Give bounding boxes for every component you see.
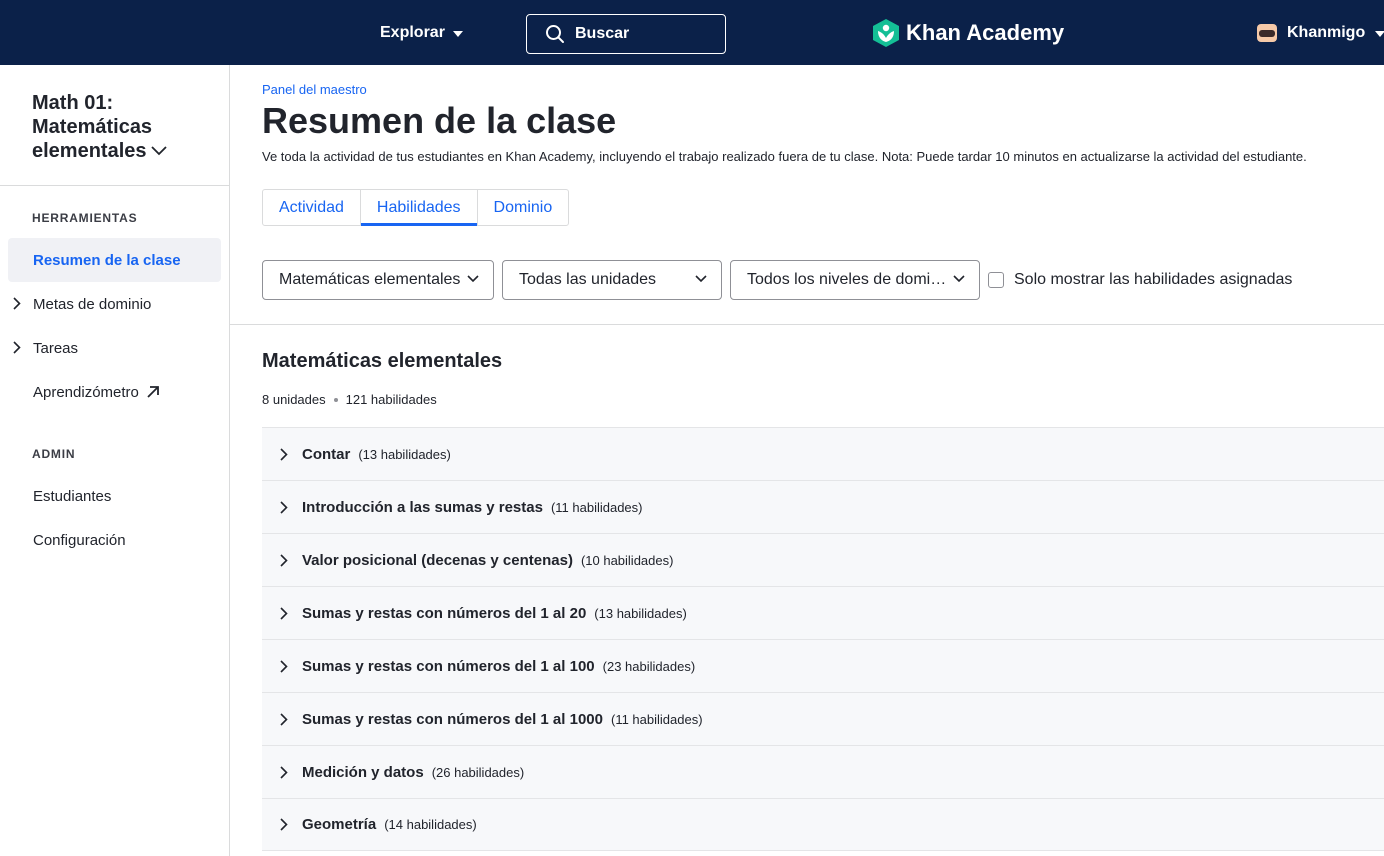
assigned-only-label[interactable]: Solo mostrar las habilidades asignadas (1014, 271, 1292, 289)
unit-name: Medición y datos (302, 763, 424, 781)
unit-name: Geometría (302, 816, 377, 833)
external-link-icon (147, 386, 159, 398)
chevron-right-icon (280, 500, 288, 514)
unit-skill-count: (11 habilidades) (550, 499, 643, 515)
sidebar-item-assignments[interactable]: Tareas (8, 326, 221, 370)
main-content: Panel del maestro Resumen de la clase Ve… (230, 65, 1384, 856)
unit-skill-count: (11 habilidades) (610, 711, 703, 727)
unit-name: Contar (302, 445, 351, 463)
unit-name: Valor posicional (decenas y centenas) (302, 551, 573, 569)
units-dropdown[interactable]: Todas las unidades (502, 260, 722, 300)
tab-mastery[interactable]: Dominio (478, 190, 569, 225)
sidebar-item-label: Estudiantes (33, 487, 112, 505)
search-icon (546, 25, 564, 43)
skills-count: 121 habilidades (345, 392, 437, 407)
sidebar-item-students[interactable]: Estudiantes (8, 474, 221, 518)
admin-heading: ADMIN (32, 447, 76, 461)
class-selector[interactable]: Math 01: Matemáticas elementales (32, 91, 167, 163)
chevron-right-icon (280, 553, 288, 567)
sidebar-item-label: Aprendizómetro (33, 383, 139, 401)
khan-academy-logo[interactable]: Khan Academy (872, 18, 1064, 48)
explore-label: Explorar (380, 24, 445, 41)
sidebar-item-settings[interactable]: Configuración (8, 518, 221, 562)
course-dropdown[interactable]: Matemáticas elementales (262, 260, 494, 300)
page-description: Ve toda la actividad de tus estudiantes … (262, 149, 1307, 164)
search-label: Buscar (575, 25, 630, 42)
filters-divider (230, 324, 1384, 325)
unit-skill-count: (10 habilidades) (580, 552, 674, 568)
unit-row[interactable]: Introducción a las sumas y restas (11 ha… (262, 480, 1384, 533)
separator-dot (333, 397, 338, 402)
sidebar-item-mastery-goals[interactable]: Metas de dominio (8, 282, 221, 326)
assigned-only-checkbox[interactable] (988, 272, 1004, 288)
khanmigo-label: Khanmigo (1287, 24, 1366, 41)
unit-row[interactable]: Geometría (14 habilidades) (262, 798, 1384, 851)
top-navigation-bar: Explorar Buscar Khan Academy Khanmigo (0, 0, 1384, 65)
sidebar-divider (0, 185, 229, 186)
breadcrumb[interactable]: Panel del maestro (262, 82, 367, 97)
class-title-line: Math 01: (32, 92, 114, 114)
chevron-down-icon (467, 275, 479, 283)
unit-name: Sumas y restas con números del 1 al 1000 (302, 710, 603, 728)
unit-row[interactable]: Sumas y restas con números del 1 al 20 (… (262, 586, 1384, 639)
unit-row[interactable]: Medición y datos (26 habilidades) (262, 745, 1384, 798)
class-title-line: Matemáticas (32, 116, 153, 138)
course-section-meta: 8 unidades 121 habilidades (262, 392, 437, 407)
khanmigo-button[interactable]: Khanmigo (1257, 24, 1384, 42)
unit-row[interactable]: Sumas y restas con números del 1 al 100 … (262, 639, 1384, 692)
sidebar-item-label: Tareas (33, 339, 79, 357)
chevron-right-icon (280, 818, 288, 831)
units-dropdown-value: Todas las unidades (519, 271, 656, 288)
sidebar: Math 01: Matemáticas elementales HERRAMI… (0, 65, 230, 856)
tab-activity[interactable]: Actividad (263, 190, 361, 225)
mastery-level-dropdown[interactable]: Todos los niveles de domi… (730, 260, 980, 300)
sidebar-item-label: Configuración (33, 531, 126, 549)
unit-row[interactable]: Sumas y restas con números del 1 al 1000… (262, 692, 1384, 745)
unit-name: Sumas y restas con números del 1 al 20 (302, 604, 587, 622)
unit-row[interactable]: Contar (13 habilidades) (262, 427, 1384, 480)
unit-row[interactable]: Valor posicional (decenas y centenas) (1… (262, 533, 1384, 586)
chevron-right-icon (280, 659, 288, 673)
assigned-only-filter: Solo mostrar las habilidades asignadas (988, 271, 1292, 289)
course-section-title: Matemáticas elementales (262, 350, 503, 372)
chevron-right-icon (280, 606, 288, 620)
chevron-down-icon (953, 275, 965, 283)
caret-down-icon (452, 31, 463, 37)
page-title: Resumen de la clase (262, 100, 617, 141)
units-count: 8 unidades (262, 392, 326, 407)
unit-skill-count: (26 habilidades) (431, 764, 525, 780)
mastery-dropdown-value: Todos los niveles de domi… (747, 271, 947, 288)
course-dropdown-value: Matemáticas elementales (279, 271, 461, 288)
sidebar-item-class-summary[interactable]: Resumen de la clase (8, 238, 221, 282)
khanmigo-avatar-icon (1257, 24, 1277, 42)
unit-skill-count: (23 habilidades) (602, 658, 696, 674)
chevron-right-icon (280, 765, 288, 779)
chevron-right-icon (13, 341, 21, 354)
tools-heading: HERRAMIENTAS (32, 211, 138, 225)
tab-group: Actividad Habilidades Dominio (262, 189, 570, 226)
unit-skill-count: (13 habilidades) (358, 446, 451, 462)
explore-menu-button[interactable]: Explorar (380, 24, 463, 42)
chevron-right-icon (280, 712, 288, 726)
khan-academy-logo-icon (873, 19, 899, 47)
chevron-right-icon (280, 447, 288, 461)
unit-name: Sumas y restas con números del 1 al 100 (302, 657, 595, 675)
class-title-line: elementales (32, 140, 147, 162)
search-button[interactable]: Buscar (526, 14, 726, 54)
caret-down-icon (1375, 31, 1384, 37)
sidebar-item-label: Metas de dominio (33, 295, 152, 313)
unit-skill-count: (13 habilidades) (594, 605, 687, 621)
tab-skills[interactable]: Habilidades (360, 190, 478, 226)
chevron-down-icon (150, 146, 167, 156)
chevron-down-icon (695, 275, 707, 283)
sidebar-item-label: Resumen de la clase (33, 251, 181, 269)
unit-skill-count: (14 habilidades) (384, 817, 477, 832)
sidebar-item-learning-meter[interactable]: Aprendizómetro (8, 370, 221, 414)
unit-list: Contar (13 habilidades) Introducción a l… (262, 427, 1384, 851)
unit-name: Introducción a las sumas y restas (302, 498, 543, 516)
logo-text: Khan Academy (906, 20, 1065, 45)
chevron-right-icon (13, 297, 21, 310)
